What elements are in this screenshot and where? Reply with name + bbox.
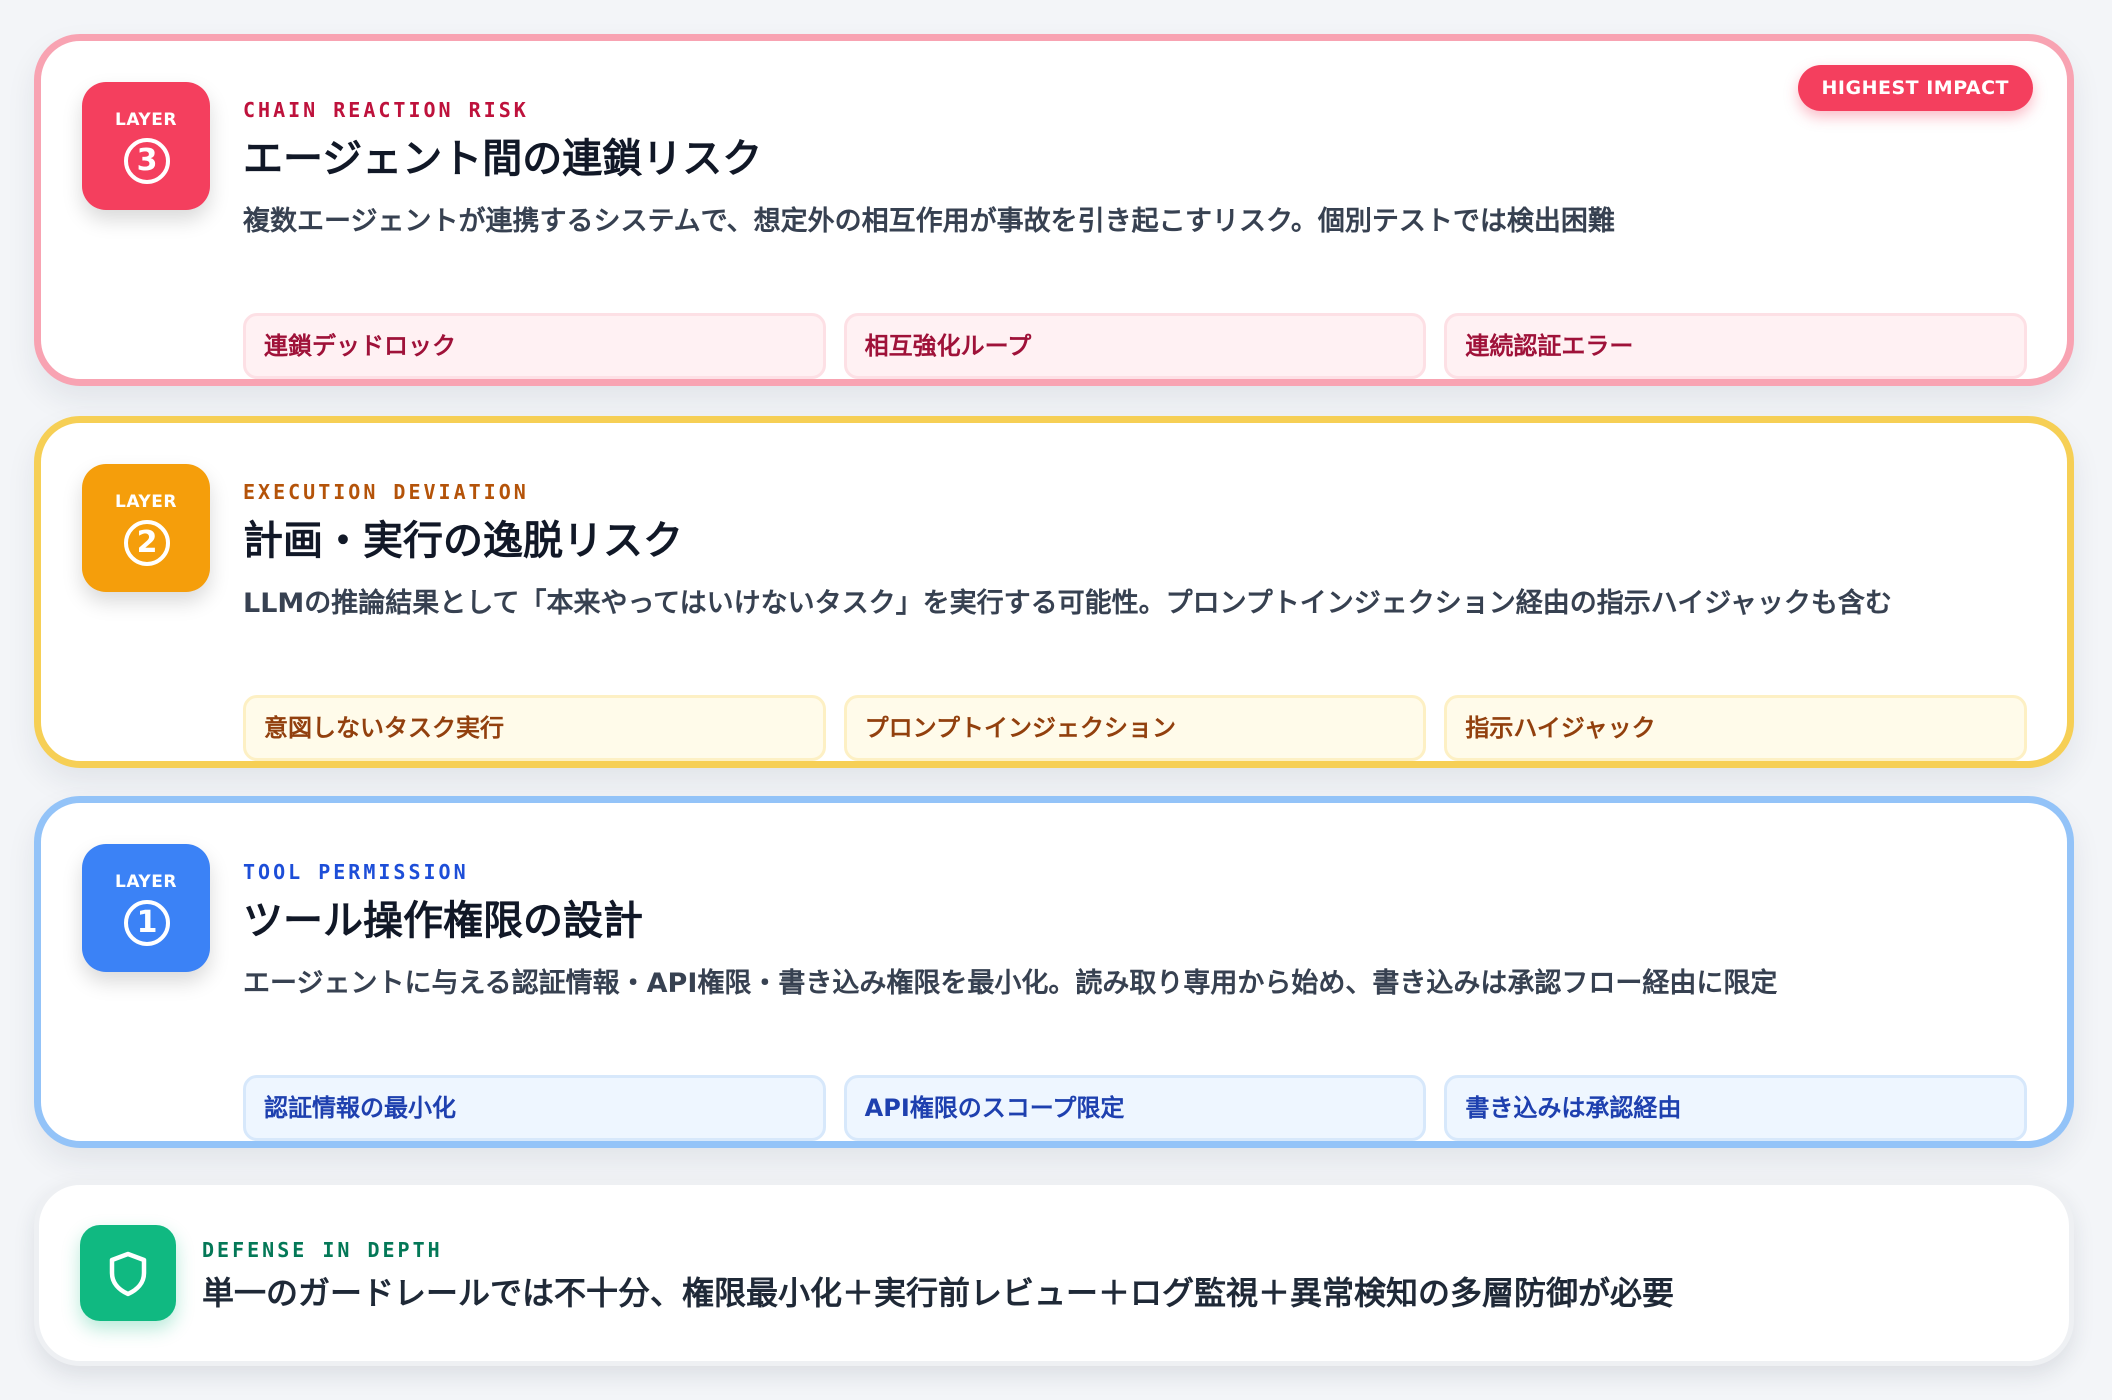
layer-eyebrow: CHAIN REACTION RISK [243, 98, 529, 122]
layer-label: LAYER [115, 492, 177, 512]
chip: 相互強化ループ [843, 313, 1427, 379]
layer-2-badge: LAYER 2 [82, 464, 210, 592]
layer-description: 複数エージェントが連携するシステムで、想定外の相互作用が事故を引き起こすリスク。… [243, 206, 1615, 237]
layer-2-card: LAYER 2 EXECUTION DEVIATION 計画・実行の逸脱リスク … [34, 416, 2074, 768]
chip: プロンプトインジェクション [843, 695, 1427, 761]
layer-eyebrow: TOOL PERMISSION [243, 860, 469, 884]
layer-2-content: EXECUTION DEVIATION 計画・実行の逸脱リスク LLMの推論結果… [243, 479, 2028, 761]
chip: 認証情報の最小化 [243, 1075, 826, 1141]
layer-number: 2 [124, 520, 170, 566]
layer-description: エージェントに与える認証情報・API権限・書き込み権限を最小化。読み取り専用から… [243, 968, 1778, 999]
defense-content: DEFENSE IN DEPTH 単一のガードレールでは不十分、権限最小化＋実行… [202, 1237, 2029, 1315]
defense-card: DEFENSE IN DEPTH 単一のガードレールでは不十分、権限最小化＋実行… [34, 1180, 2074, 1366]
risk-layers-diagram: HIGHEST IMPACT LAYER 3 CHAIN REACTION RI… [0, 0, 2112, 1400]
layer-label: LAYER [115, 110, 177, 130]
shield-icon-badge [80, 1225, 176, 1321]
shield-icon [109, 1251, 147, 1297]
chip: API権限のスコープ限定 [843, 1075, 1427, 1141]
layer-number: 1 [124, 900, 170, 946]
layer-1-badge: LAYER 1 [82, 844, 210, 972]
layer-chips: 認証情報の最小化 API権限のスコープ限定 書き込みは承認経由 [243, 1075, 2028, 1141]
layer-chips: 連鎖デッドロック 相互強化ループ 連続認証エラー [243, 313, 2028, 379]
layer-eyebrow: EXECUTION DEVIATION [243, 480, 529, 504]
chip: 指示ハイジャック [1444, 695, 2028, 761]
chip: 書き込みは承認経由 [1444, 1075, 2028, 1141]
layer-label: LAYER [115, 872, 177, 892]
layer-1-content: TOOL PERMISSION ツール操作権限の設計 エージェントに与える認証情… [243, 859, 2028, 1141]
defense-title: 単一のガードレールでは不十分、権限最小化＋実行前レビュー＋ログ監視＋異常検知の多… [202, 1274, 1675, 1312]
layer-title: 計画・実行の逸脱リスク [243, 518, 683, 564]
chip: 連鎖デッドロック [243, 313, 826, 379]
layer-3-content: CHAIN REACTION RISK エージェント間の連鎖リスク 複数エージェ… [243, 97, 2028, 379]
layer-title: エージェント間の連鎖リスク [243, 136, 763, 182]
layer-number: 3 [124, 138, 170, 184]
layer-3-badge: LAYER 3 [82, 82, 210, 210]
layer-title: ツール操作権限の設計 [243, 898, 643, 944]
chip: 連続認証エラー [1444, 313, 2028, 379]
layer-description: LLMの推論結果として「本来やってはいけないタスク」を実行する可能性。プロンプト… [243, 588, 1892, 619]
defense-eyebrow: DEFENSE IN DEPTH [202, 1238, 443, 1262]
layer-chips: 意図しないタスク実行 プロンプトインジェクション 指示ハイジャック [243, 695, 2028, 761]
layer-1-card: LAYER 1 TOOL PERMISSION ツール操作権限の設計 エージェン… [34, 796, 2074, 1148]
chip: 意図しないタスク実行 [243, 695, 826, 761]
layer-3-card: HIGHEST IMPACT LAYER 3 CHAIN REACTION RI… [34, 34, 2074, 386]
